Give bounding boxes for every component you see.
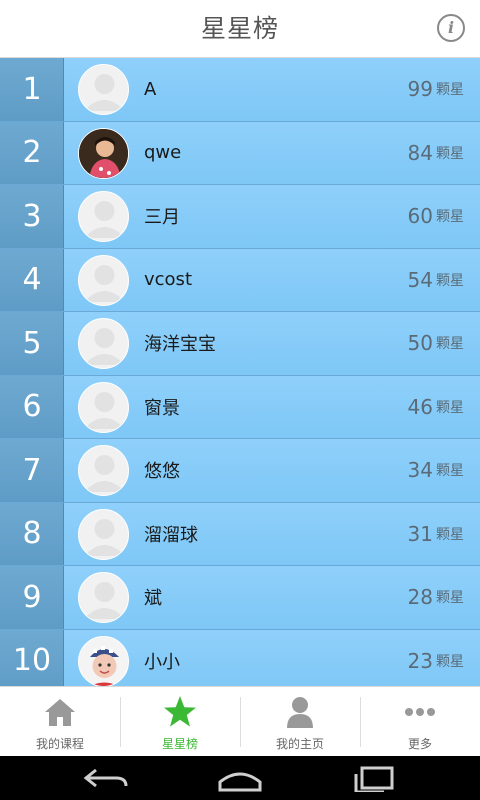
score-unit: 颗星 bbox=[436, 145, 464, 162]
user-name: A bbox=[144, 78, 157, 100]
ranking-row[interactable]: 4 vcost 54 颗星 bbox=[0, 248, 480, 312]
user-name: 海洋宝宝 bbox=[144, 334, 216, 356]
ranking-list: 1 A 99 颗星 2 qwe 84 颗星 3 三月 60 颗星 4 vcost… bbox=[0, 58, 480, 686]
star-score: 84 颗星 bbox=[408, 122, 464, 185]
back-icon[interactable] bbox=[82, 764, 130, 792]
score-value: 23 bbox=[407, 648, 433, 673]
score-unit: 颗星 bbox=[436, 82, 464, 99]
user-name: qwe bbox=[144, 142, 182, 164]
user-name: 小小 bbox=[144, 651, 180, 673]
photo-avatar-child bbox=[78, 127, 129, 179]
tab-my-courses[interactable]: 我的课程 bbox=[0, 687, 120, 756]
rank-number: 4 bbox=[0, 248, 64, 311]
ranking-row[interactable]: 2 qwe 84 颗星 bbox=[0, 121, 480, 185]
score-value: 46 bbox=[407, 394, 433, 419]
tab-label: 我的课程 bbox=[35, 737, 84, 751]
score-value: 99 bbox=[407, 77, 433, 102]
user-name: 斌 bbox=[144, 588, 162, 610]
star-score: 23 颗星 bbox=[408, 630, 464, 687]
tab-label: 我的主页 bbox=[275, 737, 324, 751]
recents-icon[interactable] bbox=[350, 764, 398, 792]
star-score: 28 颗星 bbox=[408, 566, 464, 629]
rank-number: 3 bbox=[0, 185, 64, 248]
tab-my-homepage[interactable]: 我的主页 bbox=[240, 687, 360, 756]
ranking-row[interactable]: 9 斌 28 颗星 bbox=[0, 566, 480, 630]
system-nav-bar bbox=[0, 756, 480, 800]
star-score: 60 颗星 bbox=[408, 185, 464, 248]
default-avatar bbox=[78, 318, 129, 369]
score-unit: 颗星 bbox=[436, 590, 464, 607]
rank-number: 9 bbox=[0, 566, 64, 629]
user-name: 悠悠 bbox=[144, 461, 180, 483]
star-score: 54 颗星 bbox=[408, 249, 464, 312]
default-avatar bbox=[78, 64, 129, 115]
star-score: 46 颗星 bbox=[408, 376, 464, 439]
user-name: vcost bbox=[144, 269, 192, 291]
score-value: 31 bbox=[407, 521, 433, 546]
rank-number: 7 bbox=[0, 439, 64, 502]
score-unit: 颗星 bbox=[436, 336, 464, 353]
ranking-row[interactable]: 3 三月 60 颗星 bbox=[0, 185, 480, 249]
rank-number: 5 bbox=[0, 312, 64, 375]
score-unit: 颗星 bbox=[436, 463, 464, 480]
info-icon[interactable]: i bbox=[437, 14, 465, 42]
score-unit: 颗星 bbox=[436, 272, 464, 289]
default-avatar bbox=[78, 508, 129, 560]
default-avatar bbox=[78, 381, 129, 433]
default-avatar bbox=[78, 254, 129, 306]
ranking-row[interactable]: 8 溜溜球 31 颗星 bbox=[0, 502, 480, 566]
rank-number: 6 bbox=[0, 375, 64, 438]
star-score: 31 颗星 bbox=[408, 503, 464, 566]
score-value: 60 bbox=[407, 204, 433, 229]
ranking-row[interactable]: 7 悠悠 34 颗星 bbox=[0, 439, 480, 503]
tab-more[interactable]: 更多 bbox=[360, 687, 480, 756]
home-icon bbox=[45, 699, 75, 726]
score-value: 34 bbox=[407, 458, 433, 483]
photo-avatar-baby bbox=[78, 635, 129, 686]
user-name: 三月 bbox=[144, 207, 180, 229]
star-score: 99 颗星 bbox=[408, 58, 464, 121]
default-avatar bbox=[78, 445, 129, 496]
score-value: 84 bbox=[407, 140, 433, 165]
user-name: 窗景 bbox=[144, 397, 180, 419]
rank-number: 2 bbox=[0, 121, 64, 184]
score-unit: 颗星 bbox=[436, 209, 464, 226]
bottom-tab-bar: 我的课程 星星榜 我的主页 更多 bbox=[0, 686, 480, 756]
default-avatar bbox=[78, 572, 129, 623]
user-name: 溜溜球 bbox=[144, 524, 198, 546]
home-nav-icon[interactable] bbox=[216, 764, 264, 792]
score-value: 28 bbox=[407, 585, 433, 610]
rank-number: 1 bbox=[0, 58, 64, 121]
star-score: 34 颗星 bbox=[408, 439, 464, 502]
ranking-row[interactable]: 6 窗景 46 颗星 bbox=[0, 375, 480, 439]
score-unit: 颗星 bbox=[436, 526, 464, 543]
tab-label: 更多 bbox=[407, 737, 432, 751]
more-icon bbox=[405, 708, 435, 716]
rank-number: 8 bbox=[0, 502, 64, 565]
ranking-row[interactable]: 1 A 99 颗星 bbox=[0, 58, 480, 122]
default-avatar bbox=[78, 191, 129, 242]
score-unit: 颗星 bbox=[436, 653, 464, 670]
app-header: 星星榜 i bbox=[0, 0, 480, 58]
rank-number: 10 bbox=[0, 629, 64, 686]
person-icon bbox=[287, 697, 313, 728]
score-value: 54 bbox=[407, 267, 433, 292]
tab-star-ranking[interactable]: 星星榜 bbox=[120, 687, 240, 756]
star-icon bbox=[164, 696, 196, 727]
score-unit: 颗星 bbox=[436, 399, 464, 416]
star-score: 50 颗星 bbox=[408, 312, 464, 375]
ranking-row[interactable]: 5 海洋宝宝 50 颗星 bbox=[0, 312, 480, 376]
page-title: 星星榜 bbox=[200, 14, 279, 43]
score-value: 50 bbox=[407, 331, 433, 356]
ranking-row[interactable]: 10 小小 23 颗星 bbox=[0, 629, 480, 687]
tab-label: 星星榜 bbox=[161, 737, 198, 751]
